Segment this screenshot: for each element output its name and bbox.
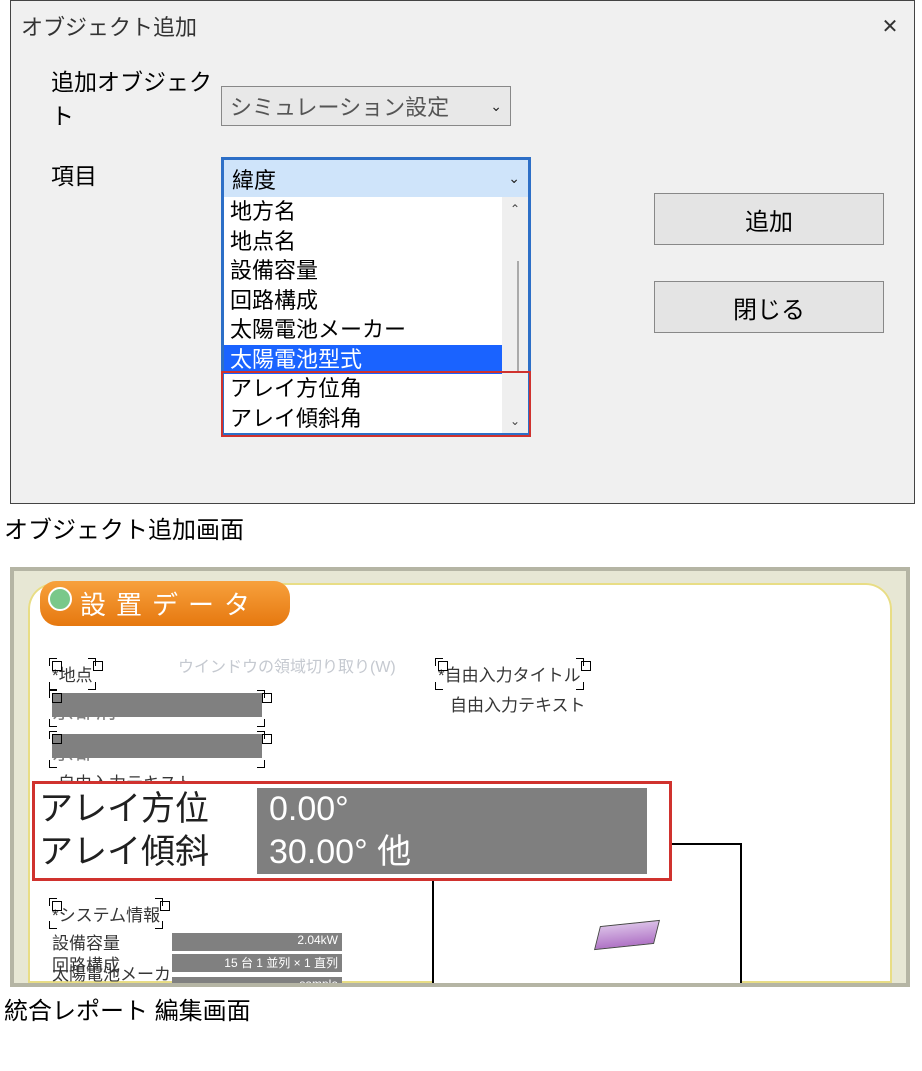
- item-dropdown: 地方名地点名設備容量回路構成太陽電池メーカー太陽電池型式アレイ方位角アレイ傾斜角…: [221, 197, 531, 436]
- item-combobox-value: 緯度: [232, 163, 276, 195]
- free-text-right: 自由入力テキスト: [450, 696, 586, 715]
- sysinfo-value[interactable]: 15 台 1 並列 × 1 直列: [172, 954, 342, 972]
- array-tilt-value[interactable]: 30.00° 他: [257, 831, 647, 874]
- sysinfo-key: 太陽電池メーカー: [52, 960, 172, 987]
- chevron-down-icon: ⌄: [496, 170, 520, 187]
- array-values-box: アレイ方位 0.00° アレイ傾斜 30.00° 他: [32, 781, 672, 881]
- array-azimuth-value[interactable]: 0.00°: [257, 788, 647, 831]
- item-dropdown-list: 地方名地点名設備容量回路構成太陽電池メーカー太陽電池型式アレイ方位角アレイ傾斜角: [224, 197, 528, 433]
- sysinfo-row: 設備容量2.04kW: [52, 930, 342, 952]
- sysinfo-label: *システム情報: [52, 906, 160, 925]
- dropdown-item[interactable]: アレイ傾斜角: [224, 404, 528, 434]
- free-title-label: *自由入力タイトル: [438, 666, 581, 685]
- report-editor: 設置データ ウインドウの領域切り取り(W) *地点 京都府 京都 自由入力テキス…: [10, 567, 910, 987]
- add-button[interactable]: 追加: [654, 193, 884, 245]
- city-chip[interactable]: 京都: [52, 734, 262, 758]
- sysinfo-value[interactable]: 2.04kW: [172, 933, 342, 951]
- chevron-down-icon: ⌄: [478, 98, 502, 115]
- dropdown-item[interactable]: 地点名: [224, 227, 528, 257]
- close-button[interactable]: 閉じる: [654, 281, 884, 333]
- grid-icon: [48, 587, 72, 611]
- add-button-label: 追加: [745, 202, 793, 237]
- dropdown-item[interactable]: 太陽電池メーカー: [224, 315, 528, 345]
- scroll-up-icon[interactable]: ⌃: [502, 197, 528, 221]
- pref-chip[interactable]: 京都府: [52, 693, 262, 717]
- scrollbar-thumb[interactable]: [517, 261, 519, 371]
- loc-label: *地点: [52, 666, 93, 685]
- scrollbar[interactable]: ⌃ ⌄: [502, 197, 528, 433]
- label-item: 項目: [51, 157, 221, 191]
- scroll-down-icon[interactable]: ⌄: [502, 409, 528, 433]
- close-icon[interactable]: ✕: [874, 10, 906, 42]
- dropdown-item[interactable]: アレイ方位角: [224, 374, 528, 404]
- item-combobox[interactable]: 緯度 ⌄: [221, 157, 531, 197]
- caption-report: 統合レポート 編集画面: [4, 991, 922, 1026]
- report-tab-title: 設置データ: [80, 590, 260, 620]
- add-object-dialog: オブジェクト追加 ✕ 追加オブジェクト シミュレーション設定 ⌄ 項目 緯度 ⌄…: [10, 0, 915, 504]
- array-tilt-label: アレイ傾斜: [39, 833, 257, 872]
- sysinfo-value[interactable]: sample: [172, 977, 342, 987]
- sim-settings-combobox[interactable]: シミュレーション設定 ⌄: [221, 86, 511, 126]
- dropdown-item[interactable]: 地方名: [224, 197, 528, 227]
- caption-dialog: オブジェクト追加画面: [4, 510, 922, 545]
- dropdown-item[interactable]: 回路構成: [224, 286, 528, 316]
- report-tab: 設置データ: [40, 581, 290, 626]
- sim-settings-value: シミュレーション設定: [230, 90, 449, 122]
- dropdown-item[interactable]: 太陽電池型式: [224, 345, 528, 375]
- close-button-label: 閉じる: [733, 290, 805, 325]
- dropdown-item[interactable]: 設備容量: [224, 256, 528, 286]
- label-add-object: 追加オブジェクト: [51, 63, 221, 131]
- array-azimuth-label: アレイ方位: [39, 790, 257, 829]
- dialog-titlebar: オブジェクト追加 ✕: [11, 1, 914, 51]
- dialog-title: オブジェクト追加: [21, 10, 197, 42]
- sysinfo-row: 太陽電池メーカーsample: [52, 974, 342, 987]
